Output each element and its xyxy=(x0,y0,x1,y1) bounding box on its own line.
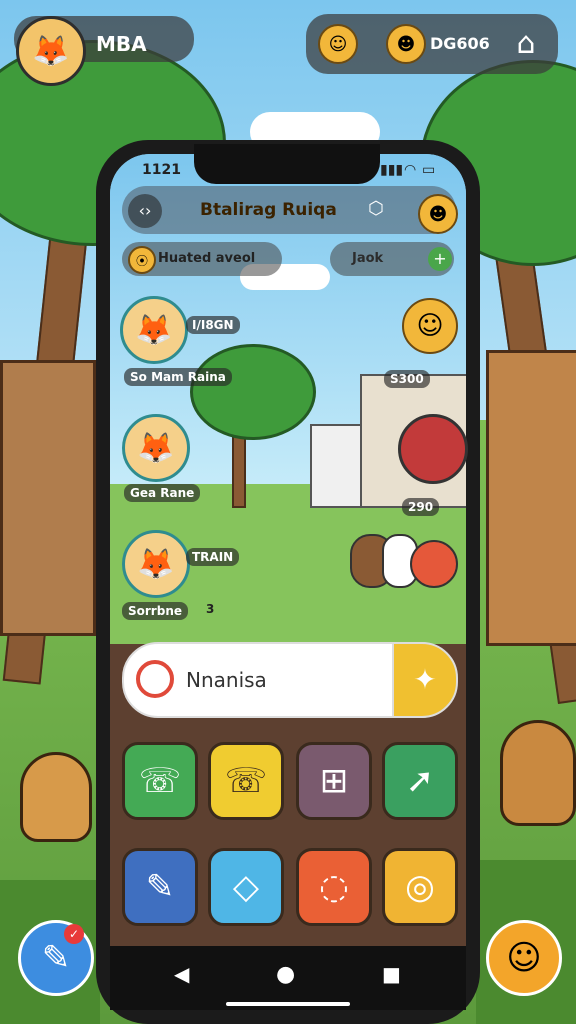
house-right xyxy=(486,350,576,646)
nav-home-icon[interactable]: ● xyxy=(276,962,295,987)
friend-badge: 3 xyxy=(206,602,215,616)
map-icon: ⦿ xyxy=(128,246,156,274)
friend-avatar-3[interactable]: 🦊 xyxy=(122,530,190,598)
character-coin-icon[interactable]: ☺ xyxy=(318,24,358,64)
coin-value: DG606 xyxy=(430,34,490,53)
counter-1: S300 xyxy=(384,370,430,388)
brush-app-icon[interactable]: ✎ xyxy=(122,848,198,926)
status-time: 1121 xyxy=(142,162,181,178)
profile-icon[interactable]: ☻ xyxy=(418,194,458,234)
ball-icon[interactable] xyxy=(398,414,468,484)
sparkle-button[interactable]: ✦ xyxy=(392,642,458,718)
phone-app-icon[interactable]: ☏ xyxy=(122,742,198,820)
app-title: Btalirag Ruiqa xyxy=(200,200,337,220)
grid-app-icon[interactable]: ⊞ xyxy=(296,742,372,820)
call-app-icon[interactable]: ☏ xyxy=(208,742,284,820)
fox-character xyxy=(500,720,576,826)
fox-mascot-icon[interactable]: ☺ xyxy=(402,298,458,354)
back-icon[interactable]: ‹› xyxy=(128,194,162,228)
player-name: MBA xyxy=(96,32,147,56)
right-fab-button[interactable]: ☺ xyxy=(486,920,562,996)
signal-icon: ▮▮▮ xyxy=(380,162,404,178)
nav-back-icon[interactable]: ◀ xyxy=(174,962,189,986)
counter-2: 290 xyxy=(402,498,440,516)
battery-icon: ▭ xyxy=(422,162,436,178)
search-input[interactable]: Nnanisa xyxy=(186,668,267,692)
robot-character xyxy=(410,540,458,588)
settings-icon[interactable]: ⬡ xyxy=(368,198,390,220)
fox-avatar-icon[interactable]: 🦊 xyxy=(16,16,86,86)
share-app-icon[interactable]: ➚ xyxy=(382,742,458,820)
search-icon xyxy=(136,660,174,698)
friend-name-3: TRAIN xyxy=(186,548,240,566)
home-icon[interactable]: ⌂ xyxy=(506,24,546,64)
nav-recent-icon[interactable]: ■ xyxy=(382,962,401,986)
friend-name-1: I/I8GN xyxy=(186,316,240,334)
join-label: Jaok xyxy=(352,251,384,266)
box-app-icon[interactable]: ◇ xyxy=(208,848,284,926)
location-label: Huated aveol xyxy=(158,251,256,266)
home-indicator xyxy=(226,1002,350,1006)
friend-avatar-1[interactable]: 🦊 xyxy=(120,296,188,364)
friend-name-2: Gea Rane xyxy=(124,484,201,502)
wifi-icon: ◠ xyxy=(404,162,417,178)
house-left xyxy=(0,360,96,636)
dog-character xyxy=(20,752,92,842)
add-icon[interactable]: + xyxy=(428,247,452,271)
gold-coin-icon: ☻ xyxy=(386,24,426,64)
friend-subtitle-1: So Mam Raina xyxy=(124,368,232,386)
friend-subtitle-3: Sorrbne xyxy=(122,602,188,620)
friend-avatar-2[interactable]: 🦊 xyxy=(122,414,190,482)
chat-app-icon[interactable]: ◌ xyxy=(296,848,372,926)
camera-app-icon[interactable]: ◎ xyxy=(382,848,458,926)
notch xyxy=(194,144,380,184)
notification-badge: ✓ xyxy=(64,924,84,944)
